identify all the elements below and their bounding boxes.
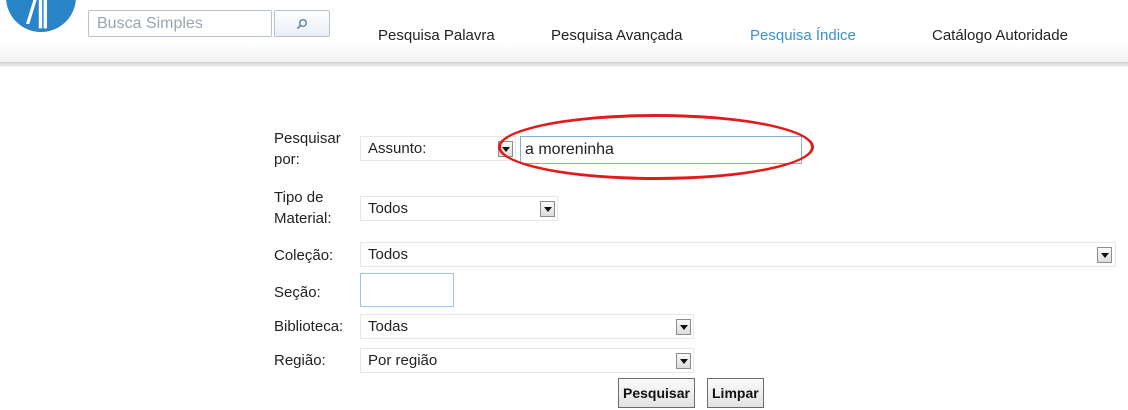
chevron-down-icon [679, 324, 688, 330]
logo-mark-icon: /‖ [26, 0, 50, 29]
collection-dropdown-button[interactable] [1097, 247, 1112, 263]
material-type-select[interactable]: Todos [360, 196, 558, 221]
material-type-label: Tipo de Material: [274, 189, 332, 227]
chevron-down-icon [501, 146, 510, 152]
nav-pesquisa-indice[interactable]: Pesquisa Índice [750, 27, 856, 44]
region-dropdown-button[interactable] [676, 353, 691, 369]
chevron-down-icon [679, 358, 688, 364]
region-select[interactable]: Por região [360, 348, 694, 373]
simple-search-button[interactable] [274, 10, 330, 37]
library-selected: Todas [368, 318, 409, 335]
top-bar-divider [0, 62, 1128, 67]
library-select[interactable]: Todas [360, 314, 694, 339]
collection-label: Coleção: [274, 247, 334, 264]
search-term-input[interactable] [520, 136, 802, 164]
search-by-selected: Assunto: [368, 140, 427, 157]
nav-catalogo-autoridade[interactable]: Catálogo Autoridade [932, 27, 1068, 44]
region-selected: Por região [368, 352, 438, 369]
library-label: Biblioteca: [274, 318, 344, 335]
region-label: Região: [274, 352, 326, 369]
collection-selected: Todos [368, 246, 409, 263]
search-button[interactable]: Pesquisar [618, 378, 695, 408]
nav-pesquisa-palavra[interactable]: Pesquisa Palavra [378, 27, 495, 44]
search-by-select[interactable]: Assunto: [360, 136, 516, 161]
chevron-down-icon [543, 206, 552, 212]
section-label: Seção: [274, 284, 321, 301]
search-by-dropdown-button[interactable] [498, 141, 513, 157]
simple-search-input[interactable] [88, 10, 272, 37]
search-by-label: Pesquisar por: [274, 130, 341, 168]
material-type-dropdown-button[interactable] [540, 201, 555, 217]
nav-pesquisa-avancada[interactable]: Pesquisa Avançada [551, 27, 683, 44]
library-dropdown-button[interactable] [676, 319, 691, 335]
clear-button[interactable]: Limpar [707, 378, 764, 408]
chevron-down-icon [1100, 252, 1109, 258]
search-icon [296, 18, 307, 29]
collection-select[interactable]: Todos [360, 242, 1116, 267]
material-type-selected: Todos [368, 200, 409, 217]
section-input[interactable] [360, 273, 454, 307]
